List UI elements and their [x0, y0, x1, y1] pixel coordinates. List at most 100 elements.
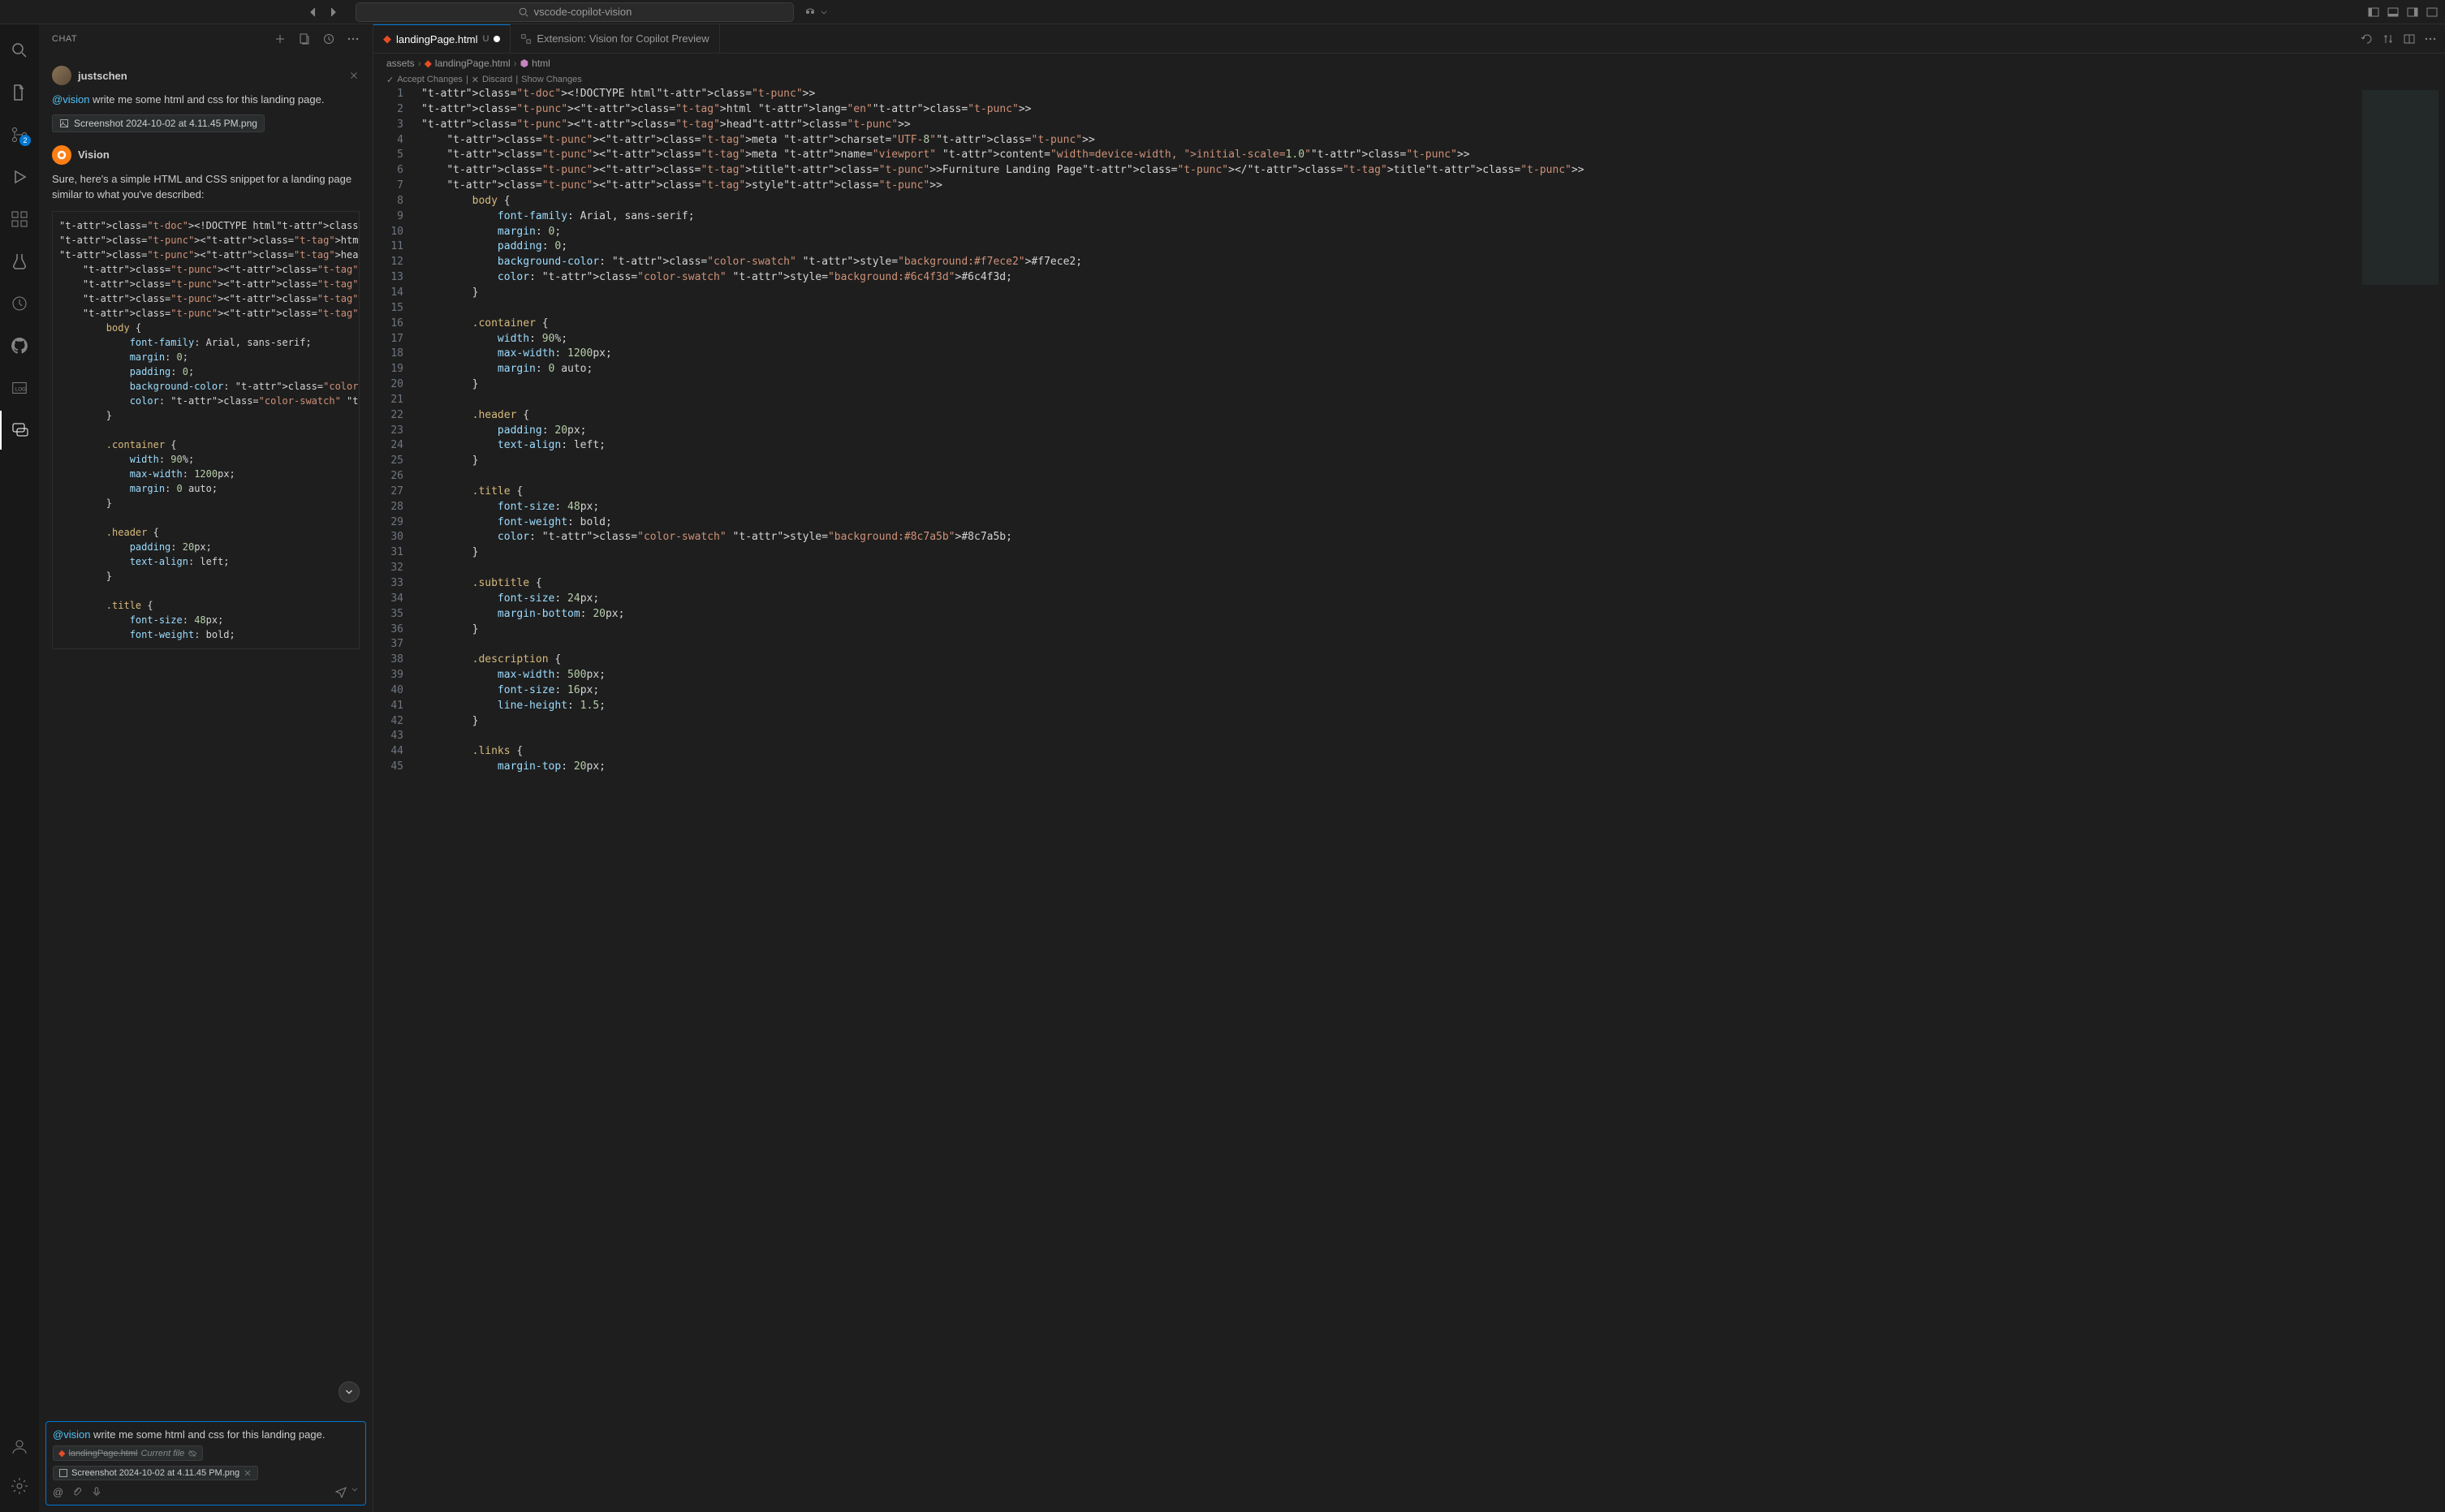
timeline-activity-icon[interactable]	[0, 284, 39, 323]
scm-activity-icon[interactable]: 2	[0, 115, 39, 154]
extension-icon	[520, 33, 532, 45]
code-editor[interactable]: 1234567891011121314151617181920212223242…	[373, 87, 2445, 1512]
assistant-message: Vision Sure, here's a simple HTML and CS…	[39, 139, 373, 656]
layout-left-icon[interactable]	[2367, 6, 2380, 19]
close-icon[interactable]	[243, 1468, 252, 1478]
user-name: justschen	[78, 70, 127, 82]
minimap[interactable]	[2356, 87, 2445, 1512]
minimap-content	[2362, 90, 2439, 285]
activity-bar: 2 LOG	[0, 24, 39, 1512]
search-icon	[518, 6, 529, 18]
context-chip-image[interactable]: Screenshot 2024-10-02 at 4.11.45 PM.png	[53, 1466, 258, 1480]
settings-activity-icon[interactable]	[0, 1467, 39, 1506]
command-center[interactable]: vscode-copilot-vision	[356, 2, 794, 22]
attach-icon[interactable]	[71, 1486, 83, 1497]
breadcrumb[interactable]: assets › ◆ landingPage.html › ⬢ html	[373, 54, 2445, 73]
tab-dirty-icon	[494, 36, 500, 42]
layout-bottom-icon[interactable]	[2387, 6, 2400, 19]
chevron-right-icon: ›	[418, 58, 421, 69]
show-changes-button[interactable]: Show Changes	[521, 75, 582, 85]
diff-icon[interactable]	[2382, 32, 2395, 45]
scroll-down-button[interactable]	[339, 1381, 360, 1402]
chevron-right-icon: ›	[514, 58, 517, 69]
explorer-activity-icon[interactable]	[0, 73, 39, 112]
attachment-name: Screenshot 2024-10-02 at 4.11.45 PM.png	[74, 118, 257, 129]
symbol-icon: ⬢	[520, 58, 528, 69]
history-icon[interactable]	[322, 32, 335, 45]
tab-extension[interactable]: Extension: Vision for Copilot Preview	[511, 24, 719, 53]
check-icon: ✓	[386, 75, 394, 85]
more-icon[interactable]	[2424, 32, 2437, 45]
tabs: ◆ landingPage.html U Extension: Vision f…	[373, 24, 2445, 54]
split-icon[interactable]	[2403, 32, 2416, 45]
context-chip-file[interactable]: ◆ landingPage.html Current file	[53, 1445, 203, 1461]
tab-label: landingPage.html	[396, 33, 477, 45]
chat-panel: CHAT justschen @vision write me some htm…	[39, 24, 373, 1512]
mention: @vision	[52, 93, 89, 106]
more-icon[interactable]	[347, 32, 360, 45]
extensions-activity-icon[interactable]	[0, 200, 39, 239]
revert-icon[interactable]	[2361, 32, 2374, 45]
line-numbers: 1234567891011121314151617181920212223242…	[373, 87, 418, 1512]
titlebar: vscode-copilot-vision	[0, 0, 2445, 24]
image-icon	[58, 1468, 68, 1478]
testing-activity-icon[interactable]	[0, 242, 39, 281]
chat-messages: justschen @vision write me some html and…	[39, 53, 373, 1415]
layout-customize-icon[interactable]	[2426, 6, 2439, 19]
chat-input[interactable]: @vision write me some html and css for t…	[45, 1421, 366, 1506]
nav-forward-icon[interactable]	[326, 6, 339, 19]
copilot-menu[interactable]	[804, 6, 828, 19]
discard-button[interactable]: Discard	[482, 75, 512, 85]
html5-icon: ◆	[425, 58, 432, 69]
accept-changes-button[interactable]: Accept Changes	[397, 75, 463, 85]
chevron-down-icon	[820, 8, 828, 16]
chat-activity-icon[interactable]	[0, 411, 39, 450]
assistant-text: Sure, here's a simple HTML and CSS snipp…	[52, 171, 360, 203]
account-activity-icon[interactable]	[0, 1428, 39, 1467]
at-icon[interactable]: @	[53, 1486, 63, 1498]
search-activity-icon[interactable]	[0, 31, 39, 70]
inline-actions: ✓ Accept Changes | ✕ Discard | Show Chan…	[373, 73, 2445, 87]
chevron-down-icon	[351, 1485, 359, 1493]
input-text: write me some html and css for this land…	[90, 1428, 325, 1441]
github-activity-icon[interactable]	[0, 326, 39, 365]
input-mention: @vision	[53, 1428, 90, 1441]
html5-icon: ◆	[58, 1448, 65, 1458]
copilot-icon	[804, 6, 817, 19]
layout-right-icon[interactable]	[2406, 6, 2419, 19]
chip-file: landingPage.html	[68, 1449, 137, 1458]
chat-header: CHAT	[39, 24, 373, 53]
breadcrumb-item[interactable]: assets	[386, 58, 415, 69]
vision-avatar	[52, 145, 71, 165]
output-activity-icon[interactable]: LOG	[0, 368, 39, 407]
breadcrumb-item[interactable]: landingPage.html	[435, 58, 511, 69]
tab-label: Extension: Vision for Copilot Preview	[537, 32, 709, 45]
attachment-chip[interactable]: Screenshot 2024-10-02 at 4.11.45 PM.png	[52, 114, 265, 132]
bookmark-icon[interactable]	[298, 32, 311, 45]
eye-off-icon	[188, 1449, 197, 1458]
assistant-name: Vision	[78, 149, 110, 161]
code-content[interactable]: "t-attr">class="t-doc"><!DOCTYPE html"t-…	[418, 87, 2356, 1512]
chat-code-block: "t-attr">class="t-doc"><!DOCTYPE html"t-…	[52, 211, 360, 649]
mic-icon[interactable]	[91, 1486, 102, 1497]
user-message: justschen @vision write me some html and…	[39, 59, 373, 139]
chip-image: Screenshot 2024-10-02 at 4.11.45 PM.png	[71, 1468, 239, 1478]
search-text: vscode-copilot-vision	[534, 6, 632, 18]
editor-area: ◆ landingPage.html U Extension: Vision f…	[373, 24, 2445, 1512]
close-icon[interactable]	[348, 70, 360, 81]
chat-title: CHAT	[52, 34, 77, 44]
debug-activity-icon[interactable]	[0, 157, 39, 196]
image-icon	[59, 118, 69, 128]
tab-landing-page[interactable]: ◆ landingPage.html U	[373, 24, 511, 53]
svg-text:LOG: LOG	[15, 387, 27, 393]
new-chat-icon[interactable]	[274, 32, 287, 45]
user-text: write me some html and css for this land…	[89, 93, 324, 106]
tab-modified: U	[482, 34, 489, 44]
close-icon: ✕	[472, 75, 479, 85]
send-button[interactable]	[334, 1485, 359, 1498]
scm-badge: 2	[19, 135, 31, 146]
html5-icon: ◆	[383, 32, 391, 45]
chip-meta: Current file	[140, 1449, 184, 1458]
breadcrumb-item[interactable]: html	[532, 58, 550, 69]
nav-back-icon[interactable]	[307, 6, 320, 19]
